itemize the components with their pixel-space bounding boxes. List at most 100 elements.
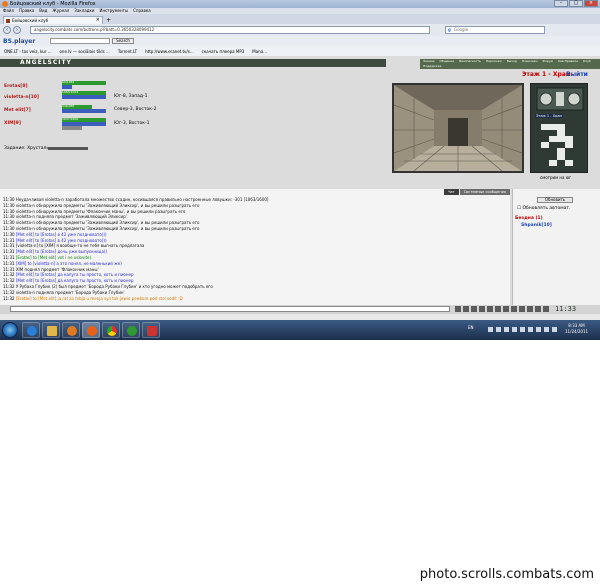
chat-icon[interactable] [543,306,549,312]
clear-icon[interactable] [463,306,469,312]
google-icon: g [448,27,451,32]
language-indicator[interactable]: EN [468,325,474,330]
chat-time[interactable]: 11:30 [3,203,15,208]
player-location: Север-3, Восток-2 [114,107,157,112]
chat-time[interactable]: 11:32 [3,296,15,301]
menu-link[interactable]: Форум [543,59,553,64]
dungeon-corridor-image [394,85,522,171]
translit-icon[interactable] [487,306,493,312]
chat-time[interactable]: 11:32 [3,272,15,277]
chat-time[interactable]: 11:31 [3,255,15,260]
app-taskbar-icon[interactable] [142,322,160,338]
new-tab-button[interactable]: + [106,17,111,24]
help-icon[interactable] [519,306,525,312]
player-location: Юг-3, Восток-1 [114,121,150,126]
menu-link[interactable]: Кав.Правила [558,59,578,64]
chat-time[interactable]: 11:31 [3,243,15,248]
menu-link[interactable]: Безопасность [459,59,481,64]
player-name[interactable]: XIM[9] [4,121,21,126]
settings-icon[interactable] [503,306,509,312]
chrome-taskbar-icon[interactable] [102,322,120,338]
start-button[interactable] [2,322,18,338]
chat-time[interactable]: 11:30 [3,214,15,219]
taskbar-clock[interactable]: 8:33 AM 11/24/2011 [565,323,588,335]
bookmark-item[interactable]: ONE.LT - tas veiz, kur ... [4,49,51,54]
ie-taskbar-icon[interactable] [22,322,40,338]
chat-time[interactable]: 11:32 [3,278,15,283]
quest-task: Задание: Хрусталь [4,146,50,151]
chat-time[interactable]: 11:32 [3,284,15,289]
bookmark-item[interactable]: скачать плеера MP3 [202,49,245,54]
back-button[interactable]: ‹ [3,26,11,34]
tray-icon[interactable] [488,327,493,332]
bookmark-item[interactable]: Torrent.LT [118,49,137,54]
chat-time[interactable]: 11:30 [3,226,15,231]
menu-link[interactable]: Общение [439,59,454,64]
tray-icon[interactable] [520,327,525,332]
map-icon[interactable] [535,306,541,312]
chat-time[interactable]: 11:30 [3,232,15,237]
logout-icon[interactable] [527,306,533,312]
chat-time[interactable]: 11:30 [3,197,15,202]
explorer-taskbar-icon[interactable] [42,322,60,338]
address-bar[interactable]: angelscity.combats.com/buttons.pl?batt=0… [30,26,430,34]
options-icon[interactable] [511,306,517,312]
chat-time[interactable]: 11:31 [3,267,15,272]
utorrent-taskbar-icon[interactable] [122,322,140,338]
tab-system-messages[interactable]: Системные сообщения [459,189,510,195]
chat-input[interactable] [10,306,450,312]
refresh-button[interactable]: Обновить [537,197,573,203]
auto-refresh-checkbox[interactable]: ☐ Обновлять автомат. [517,206,570,211]
tray-icon[interactable] [544,327,549,332]
menu-link[interactable]: Новичкам [522,59,538,64]
chat-time[interactable]: 11:31 [3,238,15,243]
online-user[interactable]: Shpanik[10] [521,223,552,228]
tray-icon[interactable] [504,327,509,332]
maximize-button[interactable]: □ [569,0,583,7]
chat-time[interactable]: 11:31 [3,261,15,266]
bsplayer-logo: BS.player [3,38,36,45]
bookmark-item[interactable]: http://www.eranet.tv/s... [145,49,194,54]
toolbar-search-input[interactable] [50,38,110,44]
chat-input-bar: 11:33 [0,305,600,314]
bookmark-item[interactable]: Mana... [252,49,267,54]
search-box[interactable]: g Google [445,26,545,34]
player-name[interactable]: Met elit[7] [4,108,31,113]
tray-icon[interactable] [552,327,557,332]
close-button[interactable]: × [584,0,598,7]
player-name[interactable]: Erotas[8] [4,84,28,89]
tray-icon[interactable] [528,327,533,332]
tray-icon[interactable] [512,327,517,332]
party-list: Erotas[8] 60/1062 violetta-n[10] 1063/10… [0,68,385,188]
chat-time[interactable]: 11:30 [3,220,15,225]
exit-link[interactable]: Выйти [566,71,588,78]
tab-close-icon[interactable]: × [96,17,100,24]
chat-time[interactable]: 11:30 [3,209,15,214]
chat-text: violetta-n обнаружила предметы 'Флакончи… [15,208,186,214]
tab-chat[interactable]: Чат [444,189,459,195]
forward-button[interactable]: › [13,26,21,34]
bookmark-item[interactable]: one.lv — sociālais tīkls ... [59,49,109,54]
chat-time[interactable]: 11:31 [3,249,15,254]
send-icon[interactable] [495,306,501,312]
menu-link[interactable]: Выход [507,59,517,64]
filter-icon[interactable] [471,306,477,312]
firefox-taskbar-icon[interactable] [82,322,100,338]
menu-link[interactable]: Персонаж [486,59,502,64]
sound-icon[interactable] [479,306,485,312]
tray-icon[interactable] [496,327,501,332]
menu-link[interactable]: Клуб [583,59,591,64]
chat-time[interactable]: 11:32 [3,290,15,295]
dungeon-view[interactable] [392,83,524,173]
minimize-button[interactable]: – [554,0,568,7]
toolbar-search-button[interactable]: Search [112,38,134,44]
tab-favicon [6,19,10,23]
tray-icon[interactable] [536,327,541,332]
player-name[interactable]: violetta-n[10] [4,95,39,100]
smile-icon[interactable] [455,306,461,312]
search-placeholder: Google [454,27,469,32]
media-player-taskbar-icon[interactable] [62,322,80,338]
minimap[interactable]: Этаж 1 - Храм [530,83,588,173]
game-clock: 11:33 [555,305,577,313]
tab-game[interactable]: Бойцовский клуб × [3,16,103,24]
